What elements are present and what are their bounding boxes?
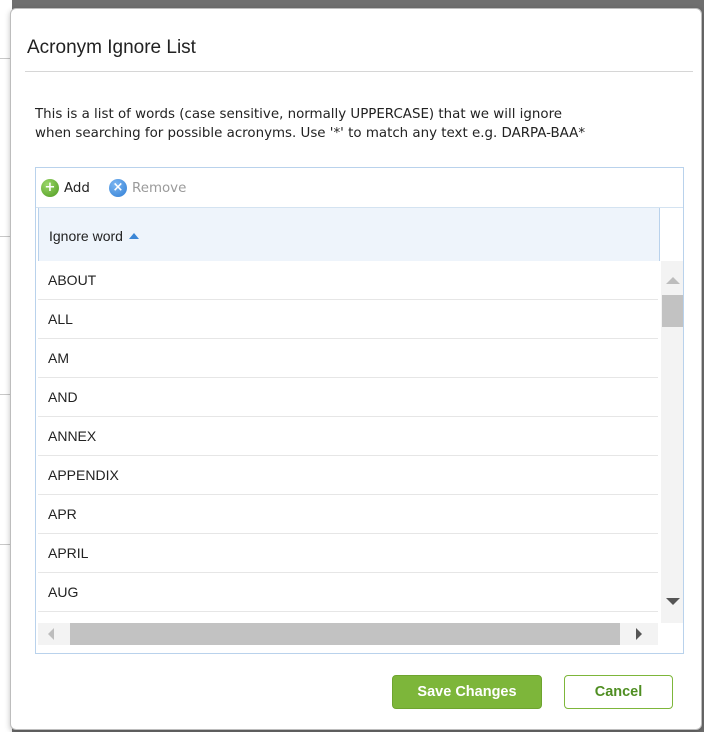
column-header-ignore-word[interactable]: Ignore word xyxy=(38,208,660,261)
vertical-scrollbar[interactable] xyxy=(661,261,683,623)
sort-ascending-icon xyxy=(128,233,139,239)
table-row[interactable]: ALL xyxy=(38,300,658,339)
horizontal-scroll-thumb[interactable] xyxy=(70,623,620,645)
dialog-title: Acronym Ignore List xyxy=(27,37,196,58)
horizontal-scrollbar[interactable] xyxy=(38,623,658,645)
scroll-left-arrow-icon[interactable] xyxy=(48,628,54,640)
x-circle-icon: × xyxy=(109,179,127,197)
column-header-text: Ignore word xyxy=(49,228,123,244)
column-header-label[interactable]: Ignore word xyxy=(49,228,139,244)
ignore-word-grid: + Add × Remove Ignore word ABOUT ALL AM … xyxy=(35,167,684,654)
table-row[interactable]: AM xyxy=(38,339,658,378)
remove-button-label: Remove xyxy=(132,180,187,196)
add-button[interactable]: + Add xyxy=(41,179,90,197)
table-row[interactable]: AND xyxy=(38,378,658,417)
description-line: This is a list of words (case sensitive,… xyxy=(35,107,563,122)
remove-button[interactable]: × Remove xyxy=(109,179,186,197)
add-button-label: Add xyxy=(64,180,90,196)
table-row[interactable]: APR xyxy=(38,495,658,534)
scroll-up-arrow-icon[interactable] xyxy=(666,277,680,284)
table-row[interactable]: APRIL xyxy=(38,534,658,573)
table-row[interactable]: ABOUT xyxy=(38,261,658,300)
dialog-description: This is a list of words (case sensitive,… xyxy=(35,105,695,143)
title-divider xyxy=(25,71,693,72)
scroll-down-arrow-icon[interactable] xyxy=(666,598,680,605)
grid-body: ABOUT ALL AM AND ANNEX APPENDIX APR APRI… xyxy=(38,261,658,623)
description-line: when searching for possible acronyms. Us… xyxy=(35,126,586,141)
save-changes-button[interactable]: Save Changes xyxy=(392,675,542,709)
scroll-right-arrow-icon[interactable] xyxy=(636,628,642,640)
vertical-scroll-thumb[interactable] xyxy=(662,295,683,327)
cancel-button[interactable]: Cancel xyxy=(564,675,673,709)
acronym-ignore-dialog: Acronym Ignore List This is a list of wo… xyxy=(10,8,702,730)
plus-circle-icon: + xyxy=(41,179,59,197)
table-row[interactable]: APPENDIX xyxy=(38,456,658,495)
table-row[interactable]: AUG xyxy=(38,573,658,612)
table-row[interactable]: ANNEX xyxy=(38,417,658,456)
header-scroll-spacer xyxy=(660,208,683,261)
grid-toolbar: + Add × Remove xyxy=(36,168,683,208)
